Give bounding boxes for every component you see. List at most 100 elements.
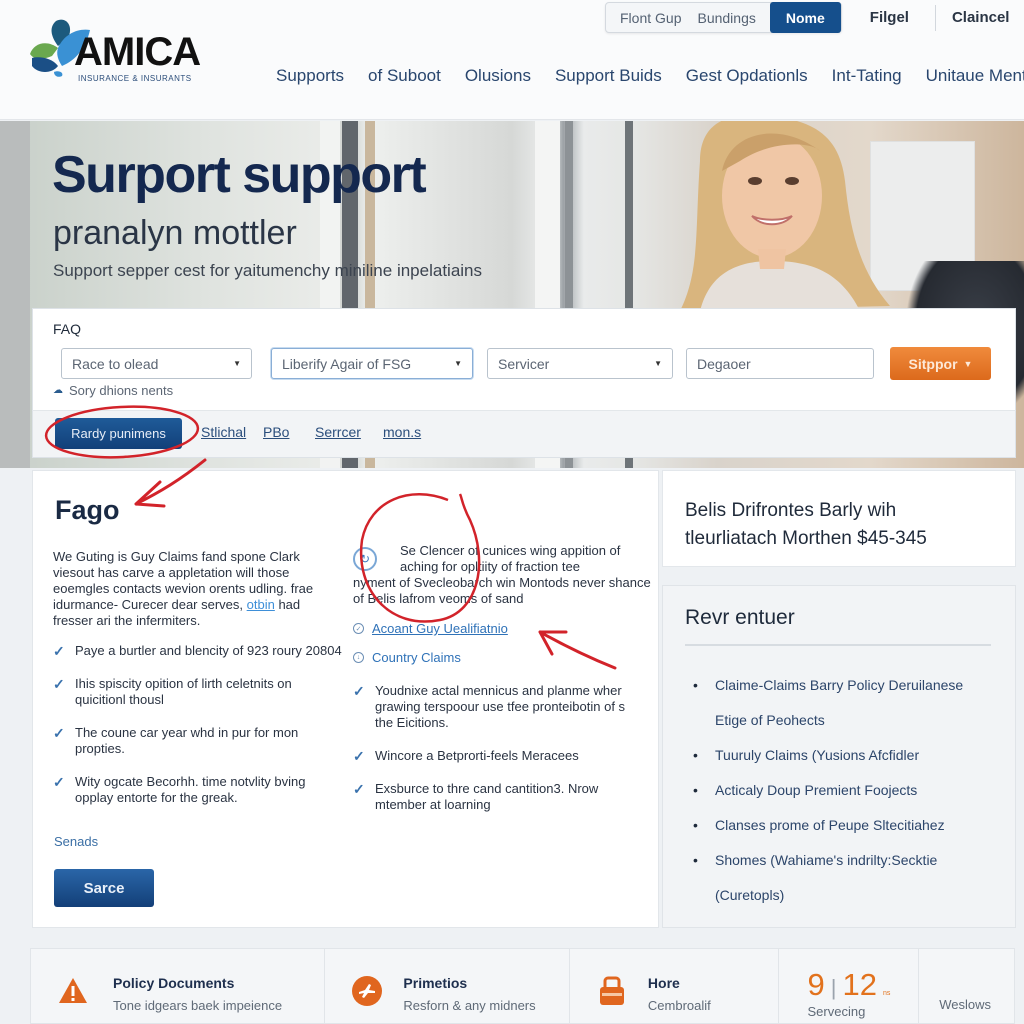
check-item: ✓ Wincore a Betprorti-feels Meracees <box>353 748 643 764</box>
quick-links-footer: Policy Documents Tone idgears baek impei… <box>30 948 1015 1024</box>
utility-link-1[interactable]: Flont Gup <box>606 10 689 26</box>
footer-card-subtitle: Resforn & any midners <box>403 998 536 1013</box>
check-text: Ihis spiscity opition of lirth celetnits… <box>75 676 292 707</box>
related-link-item[interactable]: • Clanses prome of Peupe Sltecitiahez <box>693 808 993 843</box>
tab-4[interactable]: mon.s <box>383 424 421 440</box>
checkmark-icon: ✓ <box>53 774 65 790</box>
check-item: ✓ Youdnixe actal mennicus and planme wher… <box>353 683 643 731</box>
nav-item-7[interactable]: Unitaue Ment <box>926 66 1024 86</box>
footer-card-hore[interactable]: Hore Cembroalif <box>570 949 780 1024</box>
stat-value: 9 | 12 ns <box>807 967 890 1003</box>
related-link-item[interactable]: • Tuuruly Claims (Yusions Afcfidler <box>693 738 993 773</box>
faq-select-category-value: Liberify Agair of FSG <box>282 355 412 372</box>
brand-name: AMICA <box>74 30 201 74</box>
checklist-right: ✓ Youdnixe actal mennicus and planme wher… <box>353 683 643 813</box>
bullet-icon: • <box>693 747 698 763</box>
country-claims-link[interactable]: ↓ Country Claims <box>353 650 653 665</box>
check-text: Wincore a Betprorti-feels Meracees <box>375 748 579 763</box>
section-title: Fago <box>55 495 120 525</box>
account-qualification-link[interactable]: ✓ Acoant Guy Uealifiatnio <box>353 621 653 636</box>
refresh-icon: ↻ <box>353 547 377 571</box>
footer-card-subtitle: Tone idgears baek impeience <box>113 998 283 1013</box>
chevron-down-icon: ▼ <box>654 359 662 368</box>
related-link-item[interactable]: • Shomes (Wahiame's indrilty:Secktie (Cur… <box>693 843 993 913</box>
hero-description: Support sepper cest for yaitumenchy mini… <box>53 261 483 280</box>
footer-card-policy-documents[interactable]: Policy Documents Tone idgears baek impei… <box>31 949 326 1024</box>
faq-select-service-value: Servicer <box>498 355 550 372</box>
utility-link-2[interactable]: Bundings <box>689 10 769 26</box>
checkmark-icon: ✓ <box>353 683 365 699</box>
checkmark-icon: ✓ <box>353 748 365 764</box>
faq-label: FAQ <box>53 321 82 337</box>
utility-link-filgel[interactable]: Filgel <box>870 9 909 26</box>
faq-select-category[interactable]: Liberify Agair of FSG ▼ <box>271 348 473 379</box>
faq-search-panel: FAQ Race to olead ▼ Liberify Agair of FS… <box>32 308 1016 410</box>
hero-frame <box>0 121 30 468</box>
stat-unit: ns <box>882 990 891 997</box>
nav-item-5[interactable]: Gest Opdationls <box>686 66 808 86</box>
footer-stat-servicing: 9 | 12 ns Servecing <box>779 949 920 1024</box>
info-text-2: nyment of Svecleobarch win Montods never… <box>353 575 651 606</box>
promo-text: Belis Drifrontes Barly wih tleurliatach … <box>685 497 927 553</box>
lock-icon <box>599 976 624 1005</box>
info-circle-icon: ↓ <box>353 652 364 663</box>
search-button[interactable]: Sarce <box>54 869 154 907</box>
check-item: ✓ Wity ogcate Becorhh. time notvlity bvin… <box>53 774 343 806</box>
faq-search-input[interactable]: Degaoer <box>686 348 874 379</box>
utility-link-claincel[interactable]: Claincel <box>952 9 1010 26</box>
check-text: Exsburce to thre cand cantition3. Nrow m… <box>375 781 599 812</box>
intro-link[interactable]: otbin <box>247 597 275 612</box>
tab-1[interactable]: Stlichal <box>201 424 246 440</box>
amica-logo[interactable]: AMICA Insurance & Insurants <box>28 16 218 88</box>
faq-content-card: Fago We Guting is Guy Claims fand spone … <box>32 470 659 928</box>
support-button-label: Sitppor <box>908 355 958 372</box>
brand-tagline: Insurance & Insurants <box>78 74 192 83</box>
related-link-item[interactable]: • Claime-Claims Barry Policy Deruilanese … <box>693 668 993 738</box>
bullet-icon: • <box>693 817 698 833</box>
check-text: The coune car year whd in pur for mon pr… <box>75 725 299 756</box>
nav-item-4[interactable]: Support Buids <box>555 66 662 86</box>
footer-card-primetios[interactable]: Primetios Resforn & any midners <box>325 949 570 1024</box>
link-text: Acoant Guy Uealifiatnio <box>372 621 508 636</box>
checkmark-icon: ✓ <box>353 781 365 797</box>
nav-item-6[interactable]: Int-Tating <box>832 66 902 86</box>
utility-group: Flont Gup Bundings Nome <box>605 2 842 33</box>
related-link-text: Shomes (Wahiame's indrilty:Secktie (Cure… <box>715 852 938 903</box>
link-text: Country Claims <box>372 650 461 665</box>
check-circle-icon: ✓ <box>353 623 364 634</box>
faq-hint: ☁ Sory dhions nents <box>53 383 173 398</box>
footer-card-label: Weslows <box>939 997 991 1012</box>
check-text: Wity ogcate Becorhh. time notvlity bving… <box>75 774 306 805</box>
related-link-text: Claime-Claims Barry Policy Deruilanese E… <box>715 677 964 728</box>
stat-label: Servecing <box>807 1004 866 1019</box>
info-column: ↻ Se Clencer of cunices wing appition of… <box>353 543 653 830</box>
checkmark-icon: ✓ <box>53 676 65 692</box>
support-dropdown-button[interactable]: Sitppor ▼ <box>890 347 991 380</box>
faq-hint-text: Sory dhions nents <box>69 383 174 398</box>
stat-divider: | <box>830 975 837 1000</box>
related-link-item[interactable]: • Acticaly Doup Premient Foojects <box>693 773 993 808</box>
site-header: AMICA Insurance & Insurants Flont Gup Bu… <box>0 0 1024 120</box>
check-text: Youdnixe actal mennicus and planme wher … <box>375 683 626 730</box>
tab-3[interactable]: Serrcer <box>315 424 361 440</box>
faq-select-topic[interactable]: Race to olead ▼ <box>61 348 252 379</box>
footer-card-weslows[interactable]: Weslows <box>919 949 1014 1024</box>
nav-item-2[interactable]: of Suboot <box>368 66 441 86</box>
utility-home-button[interactable]: Nome <box>769 2 841 33</box>
footer-card-title: Hore <box>647 975 680 991</box>
more-link[interactable]: Senads <box>54 834 98 849</box>
divider <box>685 644 991 646</box>
tab-2[interactable]: PBo <box>263 424 289 440</box>
hero-subtitle: pranalyn mottler <box>53 214 297 252</box>
nav-item-3[interactable]: Olusions <box>465 66 531 86</box>
faq-select-service[interactable]: Servicer ▼ <box>487 348 673 379</box>
promo-line-1: Belis Drifrontes Barly wih <box>685 500 897 521</box>
related-links-box: Revr entuer • Claime-Claims Barry Policy … <box>662 585 1016 928</box>
faq-search-input-value: Degaoer <box>697 355 751 372</box>
cloud-icon: ☁ <box>53 385 63 396</box>
bullet-icon: • <box>693 677 698 693</box>
checklist-left: ✓ Paye a burtler and blencity of 923 rour… <box>53 643 343 823</box>
tab-active[interactable]: Rardy punimens <box>55 418 182 449</box>
related-links-title: Revr entuer <box>685 606 795 629</box>
nav-item-1[interactable]: Supports <box>276 66 344 86</box>
